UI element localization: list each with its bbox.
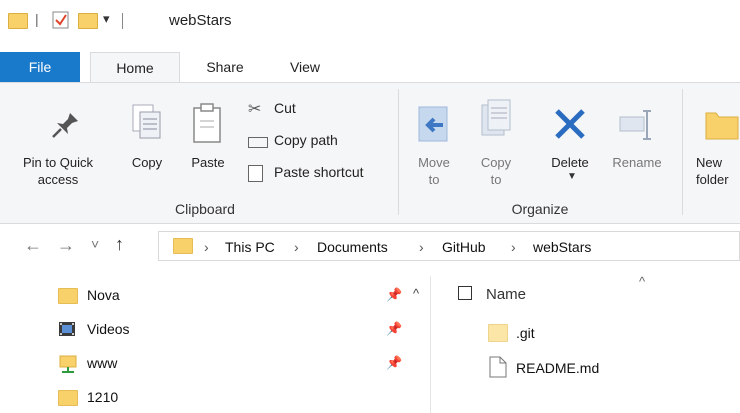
address-bar[interactable]: › This PC › Documents › GitHub › webStar…: [158, 231, 740, 261]
pinned-icon: 📌: [386, 287, 403, 302]
paste-shortcut-icon: [248, 165, 263, 182]
clipboard-group-label: Clipboard: [175, 201, 235, 217]
pin-icon: [52, 113, 78, 138]
up-button[interactable]: ↑: [115, 234, 124, 255]
rename-label: Rename: [612, 155, 662, 170]
pane-divider: [430, 276, 431, 413]
new-folder-quick-icon[interactable]: [78, 13, 98, 29]
tree-item-label: 1210: [87, 389, 119, 405]
pinned-icon: 📌: [386, 321, 403, 336]
folder-icon: [488, 324, 508, 342]
delete-icon: [555, 109, 585, 139]
recent-locations-button[interactable]: ˅: [91, 236, 99, 252]
new-folder-icon: [705, 112, 739, 140]
move-to-button[interactable]: Move to: [406, 85, 462, 195]
copy-button[interactable]: Copy: [122, 85, 172, 195]
rename-button[interactable]: Rename: [604, 85, 670, 195]
breadcrumb-webstars[interactable]: webStars: [533, 239, 591, 255]
qat-dropdown-icon[interactable]: ▾: [103, 11, 110, 27]
move-to-label-line1: Move: [418, 155, 450, 170]
breadcrumb-chevron[interactable]: ›: [419, 239, 424, 255]
delete-button[interactable]: Delete ▼: [540, 85, 600, 195]
file-list: Name ^ .git README.md: [432, 262, 740, 413]
network-folder-icon: [59, 355, 77, 373]
qat-separator: |: [35, 11, 39, 27]
copy-to-icon: [481, 99, 511, 136]
breadcrumb-this-pc[interactable]: This PC: [225, 239, 275, 255]
folder-icon: [8, 13, 28, 29]
breadcrumb-chevron[interactable]: ›: [511, 239, 516, 255]
select-all-checkbox[interactable]: [458, 286, 472, 300]
tab-share[interactable]: Share: [190, 52, 260, 82]
address-folder-icon: [173, 238, 193, 254]
paste-shortcut-label: Paste shortcut: [274, 164, 364, 180]
copy-to-button[interactable]: Copy to: [468, 85, 524, 195]
copy-path-label: Copy path: [274, 132, 338, 148]
pin-label-line2: access: [37, 172, 79, 187]
navigation-pane: Nova 📌 Videos 📌 www 📌 1210 ^: [0, 262, 432, 413]
tree-item-label: Videos: [87, 321, 130, 337]
forward-button[interactable]: →: [57, 235, 75, 256]
move-to-label-line2: to: [428, 172, 440, 187]
title-bar: | ▾ webStars: [0, 0, 740, 42]
file-icon: [489, 356, 507, 378]
tree-item-label: Nova: [87, 287, 120, 303]
videos-icon: [59, 322, 75, 336]
breadcrumb-chevron[interactable]: ›: [294, 239, 299, 255]
tab-view[interactable]: View: [272, 52, 338, 82]
breadcrumb-github[interactable]: GitHub: [442, 239, 486, 255]
back-button[interactable]: ←: [24, 235, 42, 256]
pin-label-line1: Pin to Quick: [22, 155, 94, 170]
tree-item[interactable]: www 📌: [58, 354, 402, 374]
title-divider: [122, 13, 123, 29]
tab-file[interactable]: File: [0, 52, 80, 82]
file-name: README.md: [516, 360, 600, 376]
ribbon-divider-2: [682, 89, 683, 215]
tab-home[interactable]: Home: [90, 52, 180, 83]
copy-to-label-line2: to: [490, 172, 502, 187]
organize-group-label: Organize: [511, 201, 569, 217]
cut-label: Cut: [274, 100, 296, 116]
folder-icon: [58, 390, 78, 406]
tree-item[interactable]: 1210: [58, 388, 398, 408]
breadcrumb-chevron[interactable]: ›: [204, 239, 209, 255]
paste-icon: [193, 103, 221, 143]
file-name: .git: [516, 325, 535, 341]
copy-icon: [132, 104, 161, 139]
list-item[interactable]: README.md: [488, 356, 728, 378]
ribbon: Pin to Quick access Copy Paste ✂ Cut Cop…: [0, 82, 740, 224]
tree-item[interactable]: Videos 📌: [58, 320, 402, 340]
copy-label: Copy: [131, 155, 163, 170]
new-folder-label-line2: folder: [696, 172, 729, 187]
new-folder-button[interactable]: New folder: [690, 85, 740, 195]
breadcrumb-documents[interactable]: Documents: [317, 239, 388, 255]
pin-to-quick-access-button[interactable]: Pin to Quick access: [0, 85, 93, 195]
copy-to-label-line1: Copy: [480, 155, 512, 170]
folder-icon: [58, 288, 78, 304]
scissors-icon: ✂: [248, 101, 262, 118]
delete-dropdown-icon[interactable]: ▼: [567, 171, 577, 182]
move-to-icon: [418, 106, 448, 142]
rename-icon: [619, 110, 651, 140]
delete-label: Delete: [551, 155, 589, 170]
ribbon-divider: [398, 89, 399, 215]
tree-item[interactable]: Nova 📌: [58, 286, 402, 306]
paste-button[interactable]: Paste: [183, 85, 233, 195]
new-folder-label-line1: New: [696, 155, 723, 170]
copy-path-icon: [248, 137, 268, 148]
tree-item-label: www: [87, 355, 118, 371]
column-header-name[interactable]: Name: [486, 286, 526, 303]
pinned-icon: 📌: [386, 355, 403, 370]
properties-icon[interactable]: [52, 11, 70, 29]
list-item[interactable]: .git: [488, 322, 728, 344]
window-title: webStars: [169, 12, 232, 29]
scroll-up-arrow[interactable]: ^: [413, 286, 419, 301]
paste-label: Paste: [191, 155, 225, 170]
sort-ascending-icon: ^: [639, 274, 646, 289]
